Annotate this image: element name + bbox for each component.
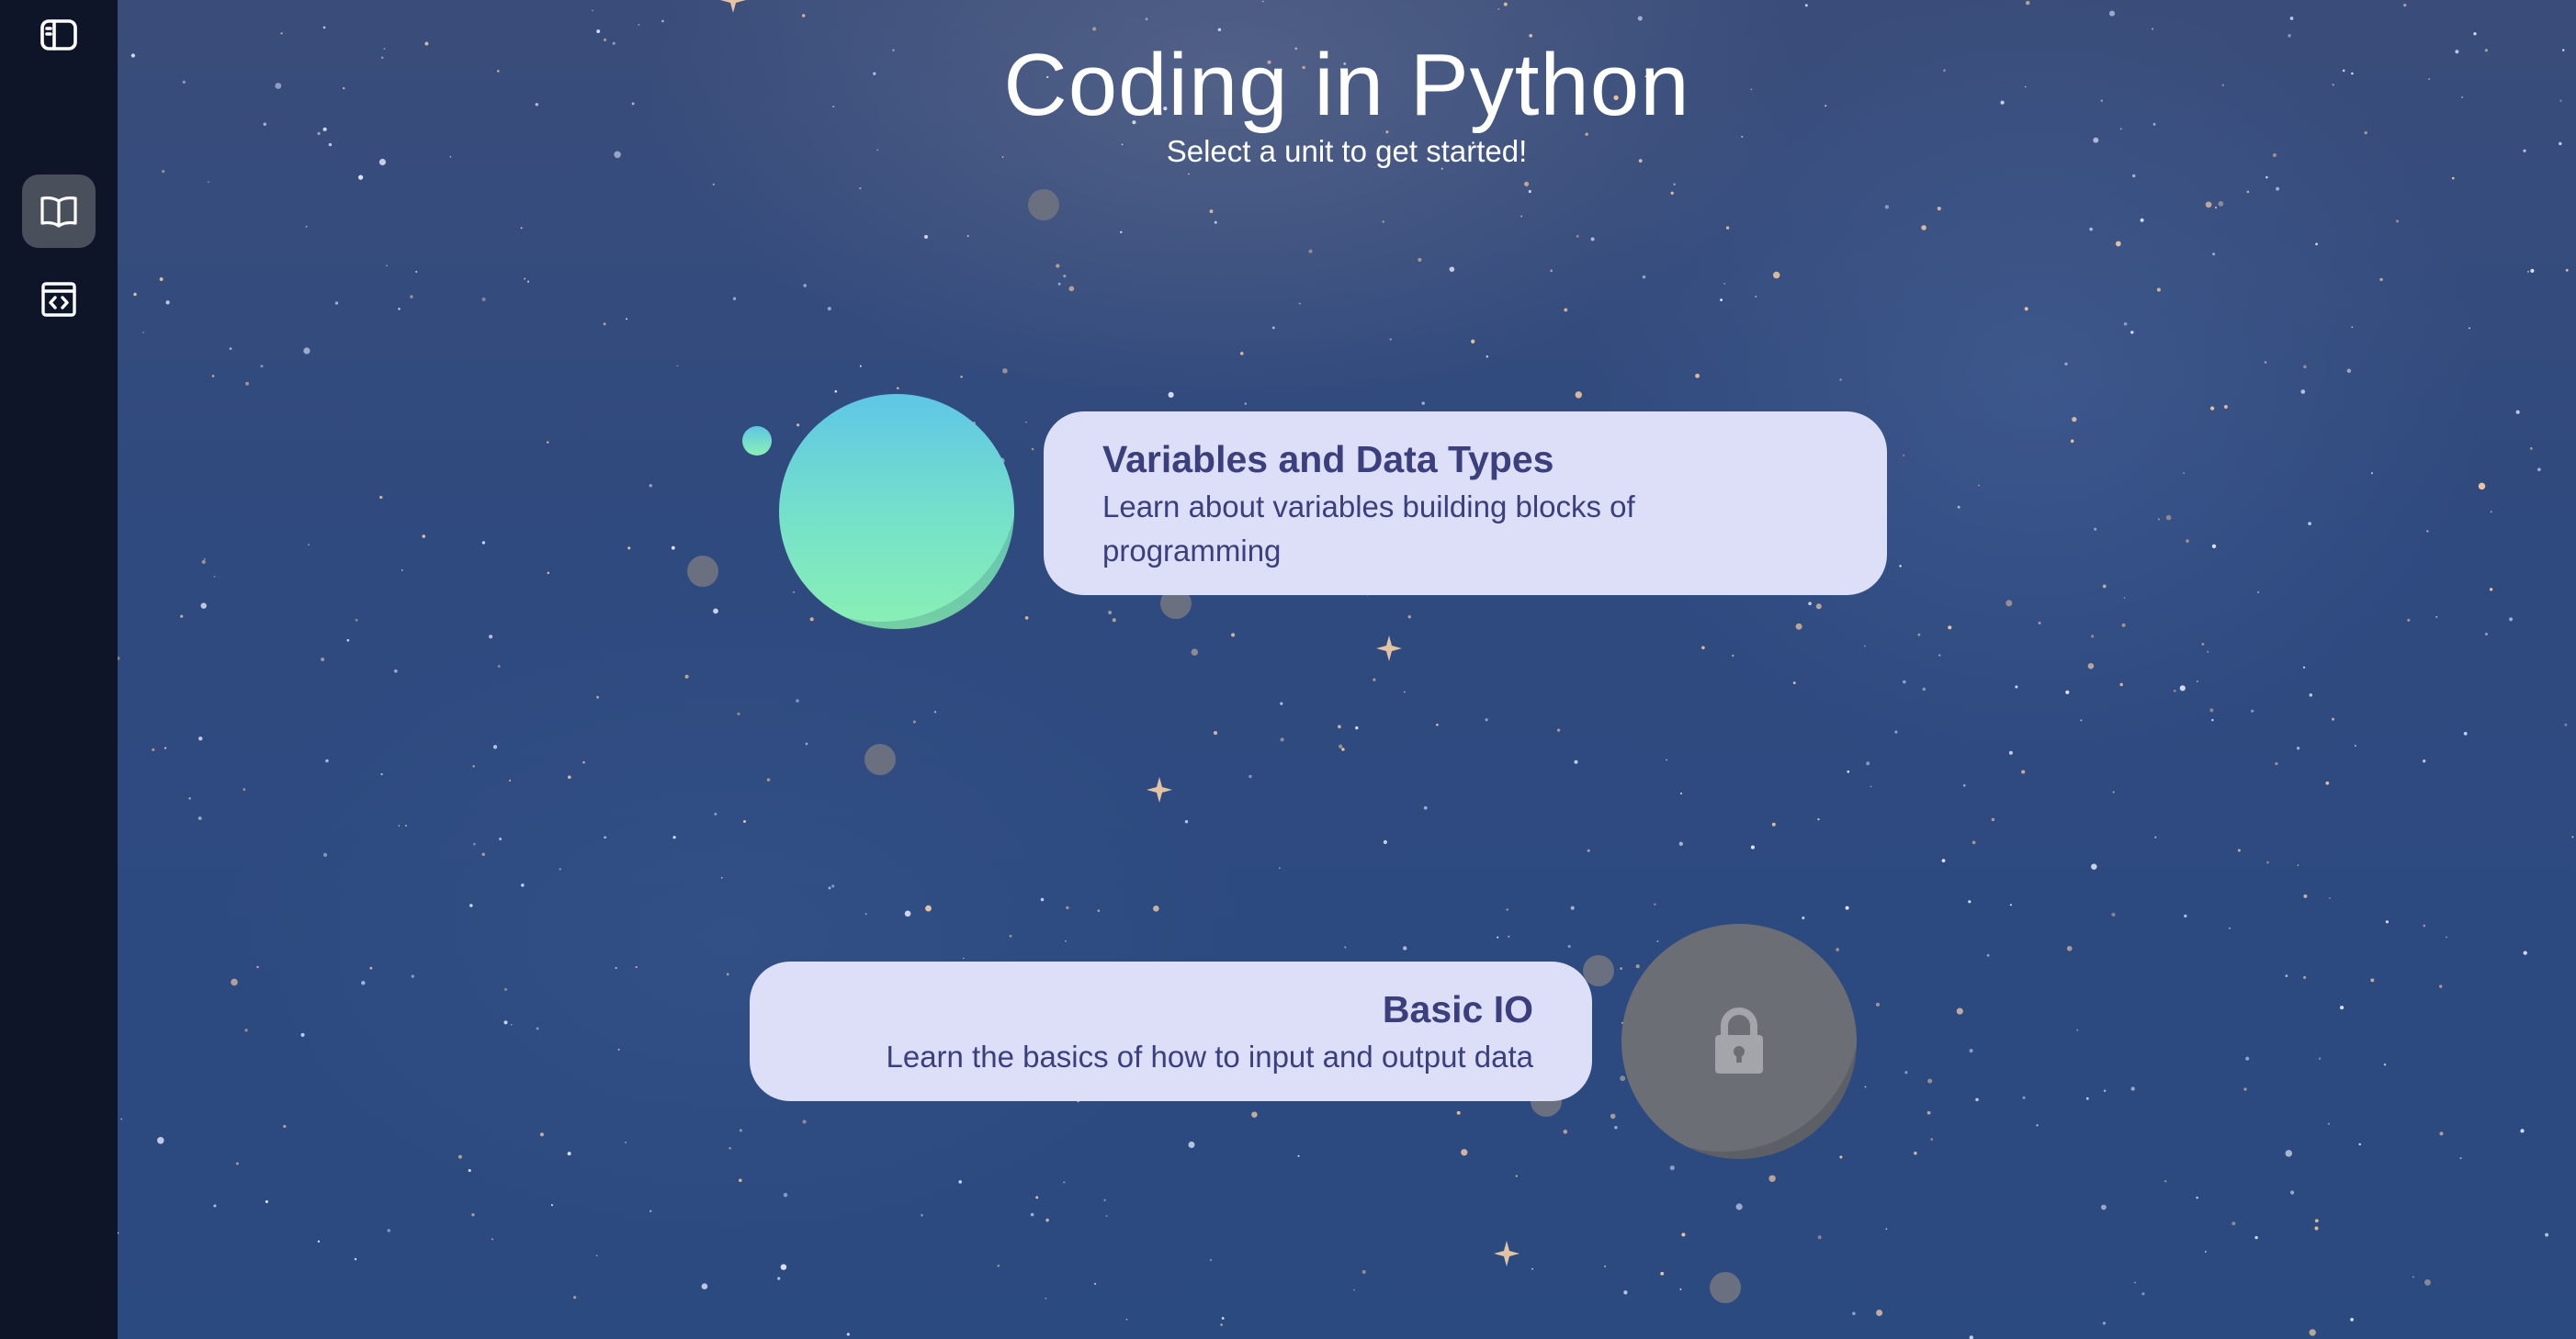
sidebar-item-code-editor[interactable] (22, 263, 96, 336)
code-window-icon (41, 282, 76, 317)
unit-planet-basic-io-locked[interactable] (1621, 924, 1857, 1159)
sidebar-item-units[interactable] (22, 174, 96, 248)
unit-card-variables[interactable]: Variables and Data Types Learn about var… (1044, 411, 1887, 595)
lock-icon (1715, 1007, 1763, 1074)
sidebar (0, 0, 118, 1339)
unit-planet-variables[interactable] (779, 394, 1014, 629)
unit-description: Learn the basics of how to input and out… (886, 1040, 1533, 1074)
moon-decoration (1583, 955, 1614, 986)
moon-decoration (1710, 1272, 1741, 1303)
open-book-icon (40, 196, 77, 228)
moon-decoration (1028, 189, 1059, 220)
unit-card-basic-io[interactable]: Basic IO Learn the basics of how to inpu… (750, 962, 1592, 1101)
moon-decoration (742, 426, 772, 456)
moon-decoration (864, 744, 896, 775)
moon-decoration (687, 556, 718, 587)
page-subtitle: Select a unit to get started! (1166, 134, 1528, 168)
sidebar-toggle-icon (40, 19, 77, 51)
starfield-background (118, 0, 2574, 1339)
unit-title: Variables and Data Types (1102, 438, 1554, 480)
planet-shade (779, 394, 1014, 622)
app-root: Coding in Python Select a unit to get st… (0, 0, 2576, 1339)
unit-map: Coding in Python Select a unit to get st… (118, 0, 2576, 1339)
unit-title: Basic IO (1382, 988, 1533, 1030)
page-title: Coding in Python (1003, 36, 1690, 134)
unit-description: Learn about variables building blocks of… (1102, 489, 1635, 568)
sidebar-toggle-button[interactable] (22, 0, 96, 72)
